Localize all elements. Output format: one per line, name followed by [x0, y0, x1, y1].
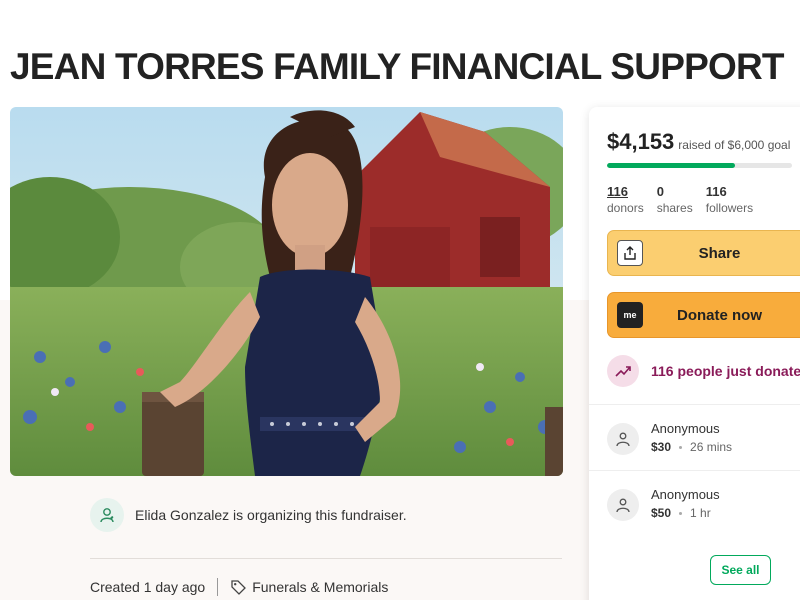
goal-text: raised of $6,000 goal — [678, 138, 791, 152]
stat-donors[interactable]: 116 donors — [607, 184, 644, 215]
donation-item: Anonymous $30 26 mins — [607, 421, 732, 455]
campaign-meta: Created 1 day ago Funerals & Memorials — [90, 578, 388, 596]
see-all-button[interactable]: See all — [710, 555, 771, 585]
dot-separator — [679, 511, 683, 515]
stats-row: 116 donors 0 shares 116 followers — [607, 184, 766, 215]
stat-followers: 116 followers — [706, 184, 753, 215]
gofundme-icon-text: me — [623, 310, 637, 320]
organizer-text: Elida Gonzalez is organizing this fundra… — [135, 507, 407, 523]
card-divider — [589, 404, 800, 405]
meta-separator — [217, 578, 219, 596]
organizer-row: Elida Gonzalez is organizing this fundra… — [90, 498, 407, 532]
tag-icon — [230, 579, 247, 595]
donor-name: Anonymous — [651, 487, 720, 502]
donate-label: Donate now — [677, 306, 762, 324]
donation-time: 1 hr — [690, 506, 711, 520]
recent-donations-text: 116 people just donated — [651, 363, 800, 379]
progress-bar — [607, 163, 792, 168]
stat-label: shares — [656, 201, 693, 215]
stat-label: donors — [607, 201, 644, 215]
divider — [90, 558, 562, 559]
progress-fill — [607, 163, 735, 168]
share-icon — [617, 240, 643, 266]
donor-heart-icon — [607, 423, 639, 455]
card-divider — [589, 470, 800, 471]
donation-amount: $50 — [651, 506, 672, 520]
dot-separator — [679, 445, 683, 449]
category-link[interactable]: Funerals & Memorials — [252, 579, 388, 595]
campaign-photo[interactable] — [10, 107, 563, 476]
donation-item: Anonymous $50 1 hr — [607, 487, 720, 521]
donor-heart-icon — [607, 489, 639, 521]
raised-summary: $4,153 raised of $6,000 goal — [607, 129, 790, 155]
page-title: JEAN TORRES FAMILY FINANCIAL SUPPORT — [10, 46, 784, 87]
donate-button[interactable]: me Donate now — [607, 292, 800, 338]
created-date: Created 1 day ago — [90, 579, 206, 595]
stat-value: 116 — [705, 184, 727, 199]
stat-label: followers — [705, 201, 754, 215]
stat-value: 116 — [607, 184, 628, 199]
donation-amount: $30 — [651, 440, 672, 454]
gofundme-icon: me — [617, 302, 643, 328]
recent-donations-banner: 116 people just donated — [607, 355, 800, 387]
stat-value: 0 — [656, 184, 664, 199]
organizer-icon — [90, 498, 124, 532]
raised-amount: $4,153 — [607, 129, 675, 154]
donor-name: Anonymous — [651, 421, 720, 436]
share-button[interactable]: Share — [607, 230, 800, 276]
share-label: Share — [698, 244, 741, 262]
donation-card: $4,153 raised of $6,000 goal 116 donors … — [589, 107, 800, 600]
trending-up-icon — [607, 355, 639, 387]
stat-shares: 0 shares — [657, 184, 693, 215]
donation-time: 26 mins — [690, 440, 733, 454]
